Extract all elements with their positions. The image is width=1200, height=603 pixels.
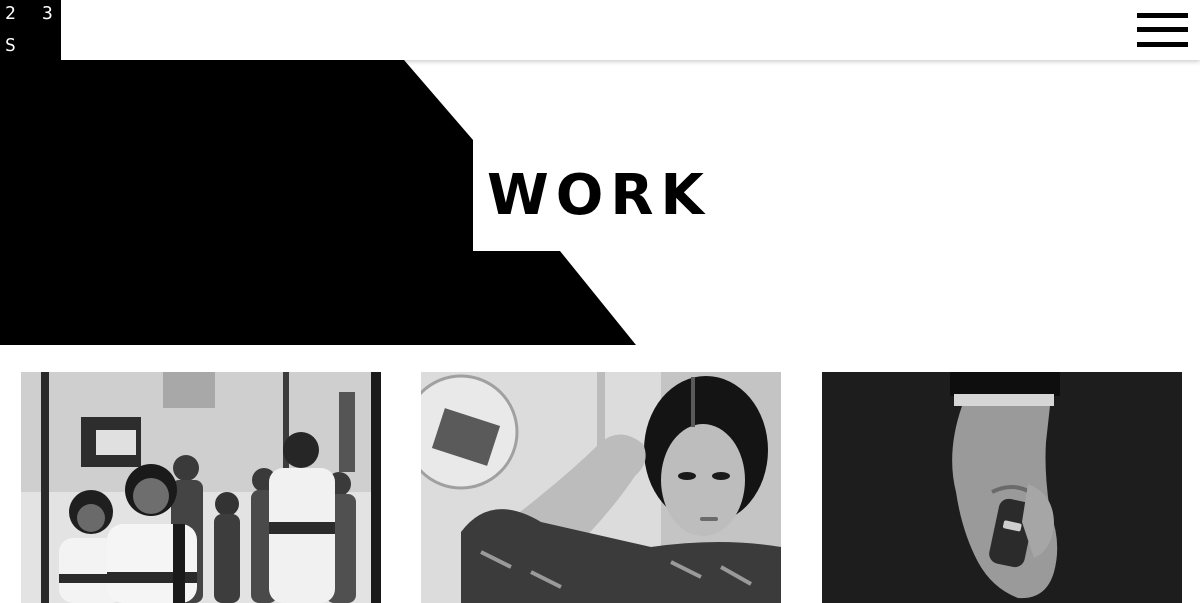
logo-char: S — [5, 35, 16, 56]
menu-line — [1137, 13, 1188, 18]
menu-line — [1137, 27, 1188, 32]
project-image-hand-key — [822, 372, 1182, 603]
project-card[interactable] — [822, 372, 1182, 603]
project-card[interactable] — [421, 372, 781, 603]
page-title: WORK — [487, 163, 711, 228]
project-grid — [0, 372, 1200, 603]
project-card[interactable] — [21, 372, 381, 603]
hamburger-menu-icon[interactable] — [1137, 13, 1188, 47]
project-image-woman — [421, 372, 781, 603]
menu-line — [1137, 42, 1188, 47]
site-header — [0, 0, 1200, 60]
project-image-children — [21, 372, 381, 603]
logo-char: 3 — [42, 3, 53, 24]
logo-char: 2 — [5, 3, 16, 24]
site-logo[interactable]: 2 3 S — [0, 0, 61, 61]
